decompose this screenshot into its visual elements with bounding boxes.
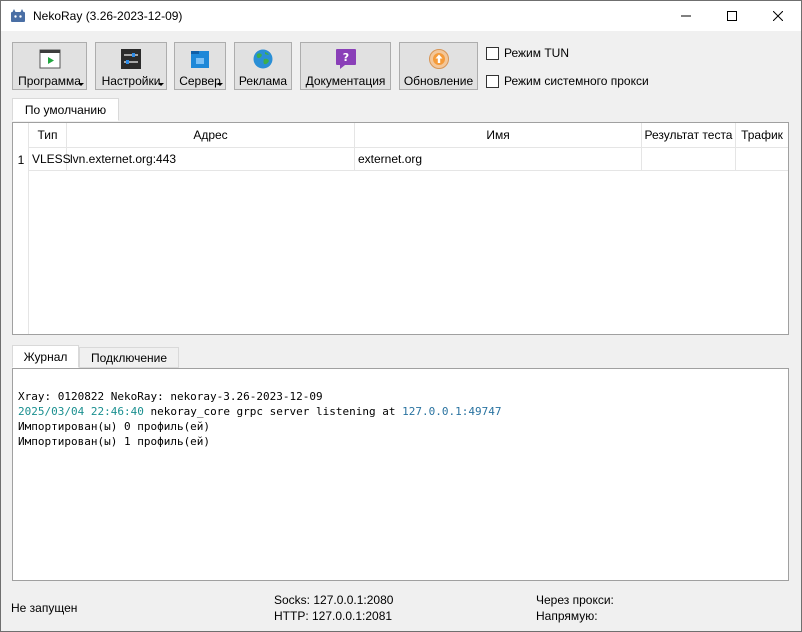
- program-menu-button[interactable]: Программа: [12, 42, 87, 90]
- status-via-proxy: Через прокси:: [536, 593, 614, 607]
- main-window: NekoRay (3.26-2023-12-09) Программа Наст…: [0, 0, 802, 632]
- app-cat-icon: [11, 9, 25, 22]
- column-header-test-result-label: Результат теста: [644, 128, 733, 142]
- minimize-button[interactable]: [663, 1, 709, 31]
- status-http: HTTP: 127.0.0.1:2081: [274, 609, 393, 623]
- update-button[interactable]: Обновление: [399, 42, 478, 90]
- row-number: 1: [17, 152, 25, 167]
- dropdown-arrow-icon: [217, 83, 223, 86]
- tun-mode-checkbox[interactable]: Режим TUN: [486, 46, 569, 60]
- system-proxy-label: Режим системного прокси: [504, 74, 649, 88]
- status-socks: Socks: 127.0.0.1:2080: [274, 593, 394, 607]
- window-title: NekoRay (3.26-2023-12-09): [33, 9, 183, 23]
- program-label: Программа: [18, 74, 81, 88]
- tab-log-label: Журнал: [23, 349, 68, 364]
- column-header-type-label: Тип: [37, 128, 58, 142]
- status-direct: Напрямую:: [536, 609, 598, 623]
- log-message: nekoray_core grpc server listening at: [143, 405, 403, 418]
- minimize-icon: [681, 15, 691, 17]
- server-menu-button[interactable]: Сервер: [174, 42, 226, 90]
- documentation-button[interactable]: ? Документация: [300, 42, 391, 90]
- column-header-name[interactable]: Имя: [355, 123, 642, 148]
- globe-icon: [253, 49, 273, 69]
- server-table[interactable]: Тип Адрес Имя Результат теста Трафик 1 V…: [12, 122, 789, 335]
- tab-connections[interactable]: Подключение: [79, 347, 179, 368]
- tun-mode-checkbox-box[interactable]: [486, 46, 499, 60]
- column-header-name-label: Имя: [486, 128, 510, 142]
- column-header-traffic[interactable]: Трафик: [736, 123, 788, 148]
- tab-log[interactable]: Журнал: [12, 345, 79, 368]
- log-line: 2025/03/04 22:46:40 nekoray_core grpc se…: [18, 404, 783, 419]
- server-icon: [191, 51, 209, 68]
- log-line: Xray: 0120822 NekoRay: nekoray-3.26-2023…: [18, 390, 323, 403]
- cell-type[interactable]: VLESS: [29, 148, 71, 171]
- tab-default-group-label: По умолчанию: [24, 102, 107, 117]
- cell-traffic[interactable]: [736, 148, 788, 171]
- cell-test-result[interactable]: [642, 148, 736, 171]
- column-header-traffic-label: Трафик: [741, 128, 783, 142]
- close-icon: [773, 11, 783, 21]
- system-proxy-checkbox[interactable]: Режим системного прокси: [486, 74, 649, 88]
- ads-label: Реклама: [238, 74, 288, 88]
- close-button[interactable]: [755, 1, 801, 31]
- tun-mode-label: Режим TUN: [504, 46, 569, 60]
- sliders-icon: [121, 49, 141, 69]
- cell-name[interactable]: externet.org: [355, 148, 642, 171]
- settings-menu-button[interactable]: Настройки: [95, 42, 167, 90]
- column-header-address[interactable]: Адрес: [67, 123, 355, 148]
- tab-default-group[interactable]: По умолчанию: [12, 98, 119, 121]
- column-header-type[interactable]: Тип: [29, 123, 67, 148]
- maximize-button[interactable]: [709, 1, 755, 31]
- log-line: Импортирован(ы) 0 профиль(ей): [18, 420, 211, 433]
- dropdown-arrow-icon: [158, 83, 164, 86]
- log-view[interactable]: Xray: 0120822 NekoRay: nekoray-3.26-2023…: [12, 368, 789, 581]
- help-icon: ?: [335, 49, 356, 69]
- settings-label: Настройки: [101, 74, 161, 88]
- tab-connections-label: Подключение: [90, 350, 168, 365]
- status-state: Не запущен: [11, 601, 78, 615]
- title-bar: NekoRay (3.26-2023-12-09): [1, 1, 801, 31]
- log-line: Импортирован(ы) 1 профиль(ей): [18, 435, 211, 448]
- column-header-test-result[interactable]: Результат теста: [642, 123, 736, 148]
- maximize-icon: [727, 11, 737, 21]
- column-header-address-label: Адрес: [193, 128, 228, 142]
- log-address: 127.0.0.1:49747: [402, 405, 502, 418]
- dropdown-arrow-icon: [78, 83, 84, 86]
- documentation-label: Документация: [305, 74, 386, 88]
- cell-address[interactable]: lvn.externet.org:443: [67, 148, 355, 171]
- system-proxy-checkbox-box[interactable]: [486, 74, 499, 88]
- terminal-play-icon: [39, 49, 60, 69]
- update-label: Обновление: [403, 74, 474, 88]
- ads-button[interactable]: Реклама: [234, 42, 292, 90]
- update-icon: [428, 49, 449, 69]
- log-timestamp: 2025/03/04 22:46:40: [18, 405, 144, 418]
- svg-text:?: ?: [342, 51, 348, 64]
